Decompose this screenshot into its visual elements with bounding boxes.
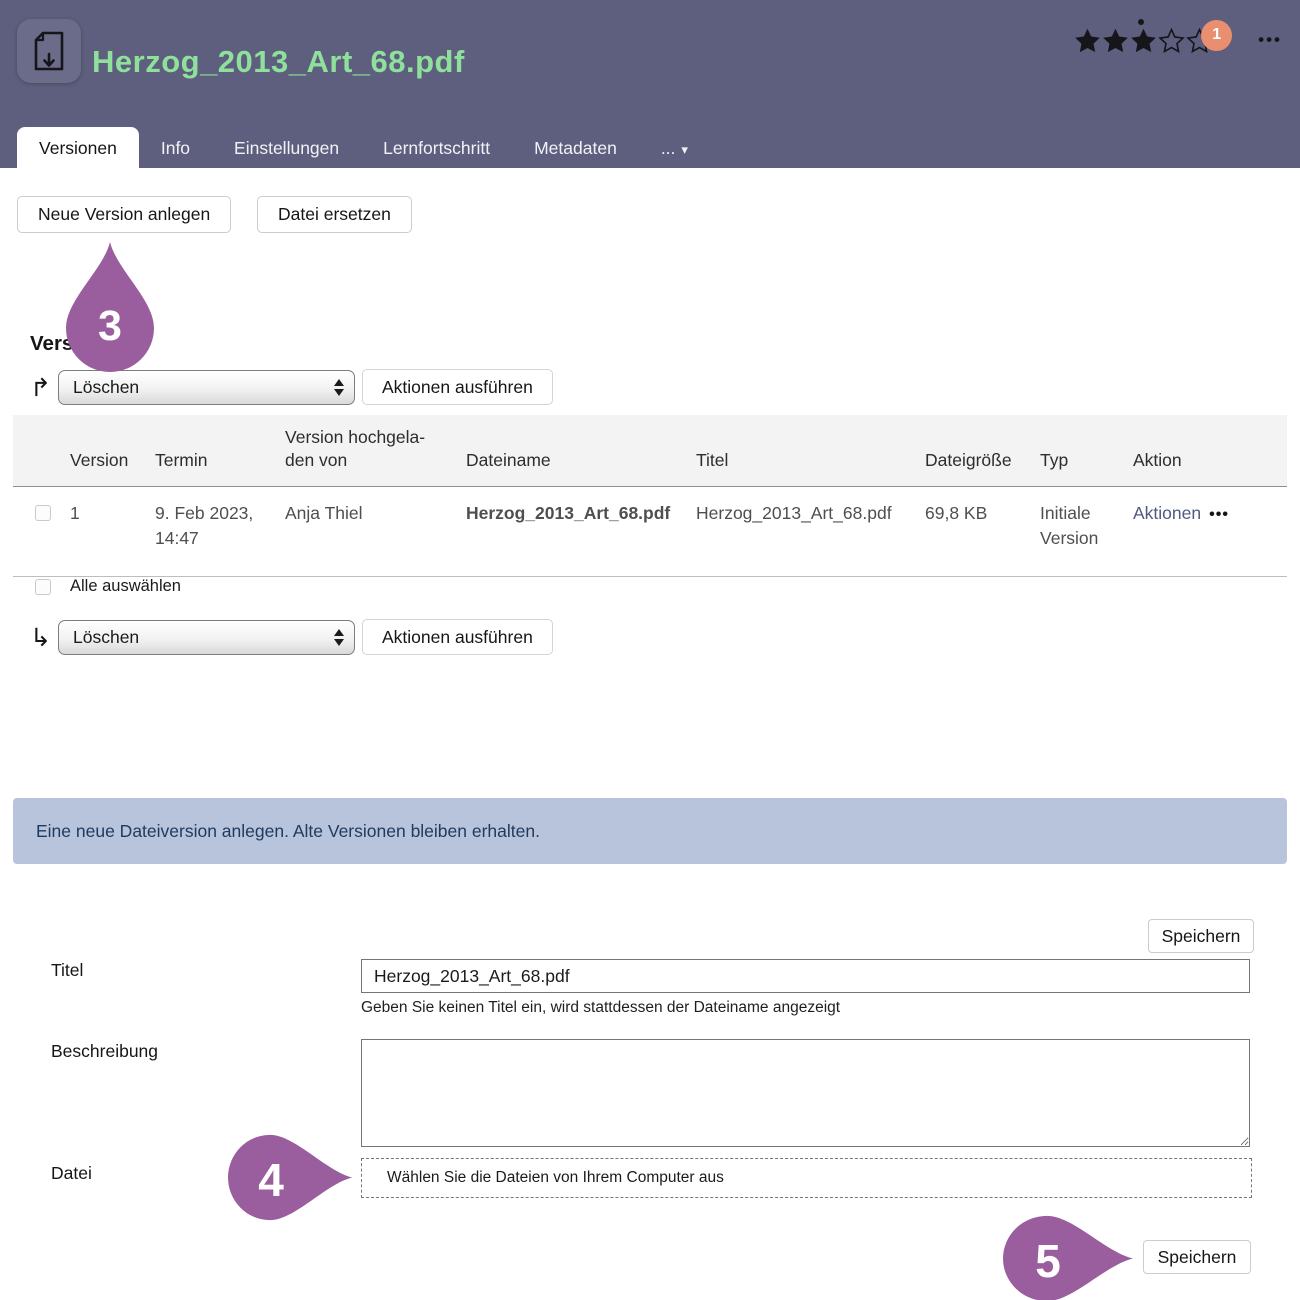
own-rating-dot-icon bbox=[1138, 19, 1144, 25]
col-checkbox bbox=[13, 473, 57, 486]
annotation-number: 3 bbox=[62, 302, 158, 351]
cell-uploaded-by: Anja Thiel bbox=[272, 487, 453, 550]
versions-table: Version Termin Version hochgela- den von… bbox=[13, 415, 1287, 577]
rating-widget: 1 ••• bbox=[1074, 27, 1282, 53]
col-uploaded-by: Version hochgela- den von bbox=[272, 426, 453, 486]
file-picker-label: Wählen Sie die Dateien von Ihrem Compute… bbox=[387, 1169, 724, 1187]
col-titel: Titel bbox=[683, 449, 912, 486]
tab-versionen[interactable]: Versionen bbox=[17, 127, 139, 168]
select-spinner-icon bbox=[334, 379, 344, 396]
titel-input[interactable] bbox=[361, 959, 1250, 993]
cell-typ: Initiale Version bbox=[1027, 487, 1120, 576]
annotation-step-4: 4 bbox=[228, 1131, 354, 1224]
header-bar: Herzog_2013_Art_68.pdf 1 ••• Versionen I… bbox=[0, 0, 1300, 168]
page: Herzog_2013_Art_68.pdf 1 ••• Versionen I… bbox=[0, 0, 1300, 1300]
cell-version: 1 bbox=[57, 487, 142, 550]
beschreibung-textarea[interactable] bbox=[361, 1039, 1250, 1147]
info-message-box: Eine neue Dateiversion anlegen. Alte Ver… bbox=[13, 798, 1287, 864]
tab-lernfortschritt[interactable]: Lernfortschritt bbox=[361, 127, 512, 168]
cell-dateiname: Herzog_2013_Art_68.pdf bbox=[453, 487, 683, 550]
arrow-down-right-icon: ↳ bbox=[30, 623, 58, 652]
select-all-row: Alle auswählen bbox=[35, 577, 181, 596]
annotation-number: 5 bbox=[1003, 1234, 1093, 1288]
titel-label: Titel bbox=[51, 960, 83, 981]
star-filled-icon[interactable] bbox=[1074, 27, 1101, 53]
col-version: Version bbox=[57, 449, 142, 486]
replace-file-button[interactable]: Datei ersetzen bbox=[257, 196, 412, 233]
file-object-icon-tile bbox=[17, 19, 81, 83]
row-checkbox[interactable] bbox=[35, 505, 51, 521]
tab-bar: Versionen Info Einstellungen Lernfortsch… bbox=[17, 127, 710, 168]
col-aktion: Aktion bbox=[1120, 449, 1287, 486]
col-dateigroesse: Dateigröße bbox=[912, 449, 1027, 486]
bulk-action-row-bottom: ↳ Löschen Aktionen ausführen bbox=[30, 619, 553, 655]
row-actions-dots-icon[interactable]: ••• bbox=[1209, 506, 1229, 523]
col-dateiname: Dateiname bbox=[453, 449, 683, 486]
selected-action: Löschen bbox=[73, 627, 139, 648]
arrow-up-right-icon: ↱ bbox=[30, 373, 58, 402]
cell-titel: Herzog_2013_Art_68.pdf bbox=[683, 487, 912, 550]
bulk-action-select-top[interactable]: Löschen bbox=[58, 370, 355, 405]
beschreibung-label: Beschreibung bbox=[51, 1041, 158, 1062]
cell-dateigroesse: 69,8 KB bbox=[912, 487, 1027, 550]
annotation-number: 4 bbox=[228, 1153, 314, 1207]
file-drop-input[interactable]: Wählen Sie die Dateien von Ihrem Compute… bbox=[361, 1158, 1252, 1198]
bulk-action-row-top: ↱ Löschen Aktionen ausführen bbox=[30, 369, 553, 405]
col-termin: Termin bbox=[142, 449, 272, 486]
save-button-bottom[interactable]: Speichern bbox=[1143, 1240, 1251, 1274]
cell-termin: 9. Feb 2023, 14:47 bbox=[142, 487, 272, 576]
star-empty-icon[interactable] bbox=[1158, 27, 1185, 53]
star-filled-icon[interactable] bbox=[1130, 27, 1157, 53]
tab-einstellungen[interactable]: Einstellungen bbox=[212, 127, 361, 168]
annotation-step-3: 3 bbox=[62, 240, 158, 372]
select-spinner-icon bbox=[334, 629, 344, 646]
info-message-text: Eine neue Dateiversion anlegen. Alte Ver… bbox=[36, 821, 540, 842]
star-filled-icon[interactable] bbox=[1102, 27, 1129, 53]
more-actions-icon[interactable]: ••• bbox=[1258, 30, 1282, 50]
selected-action: Löschen bbox=[73, 377, 139, 398]
page-title: Herzog_2013_Art_68.pdf bbox=[92, 44, 465, 80]
star-rating[interactable] bbox=[1074, 27, 1213, 53]
datei-label: Datei bbox=[51, 1163, 92, 1184]
save-button-top[interactable]: Speichern bbox=[1148, 919, 1254, 953]
table-header-row: Version Termin Version hochgela- den von… bbox=[13, 415, 1287, 487]
annotation-step-5: 5 bbox=[1003, 1212, 1135, 1300]
bulk-action-select-bottom[interactable]: Löschen bbox=[58, 620, 355, 655]
rating-count-badge: 1 bbox=[1201, 20, 1232, 51]
select-all-checkbox[interactable] bbox=[35, 579, 51, 595]
caret-down-icon: ▾ bbox=[681, 142, 688, 157]
titel-hint: Geben Sie keinen Titel ein, wird stattde… bbox=[361, 999, 840, 1017]
col-typ: Typ bbox=[1027, 449, 1120, 486]
execute-actions-button-top[interactable]: Aktionen ausführen bbox=[362, 369, 553, 405]
table-row: 1 9. Feb 2023, 14:47 Anja Thiel Herzog_2… bbox=[13, 487, 1287, 577]
new-version-button[interactable]: Neue Version anlegen bbox=[17, 196, 231, 233]
tab-info[interactable]: Info bbox=[139, 127, 212, 168]
tab-more[interactable]: ...▾ bbox=[639, 127, 710, 168]
select-all-label: Alle auswählen bbox=[70, 577, 181, 596]
file-download-icon bbox=[30, 30, 68, 72]
row-actions-link[interactable]: Aktionen bbox=[1133, 503, 1201, 523]
tab-metadaten[interactable]: Metadaten bbox=[512, 127, 639, 168]
execute-actions-button-bottom[interactable]: Aktionen ausführen bbox=[362, 619, 553, 655]
